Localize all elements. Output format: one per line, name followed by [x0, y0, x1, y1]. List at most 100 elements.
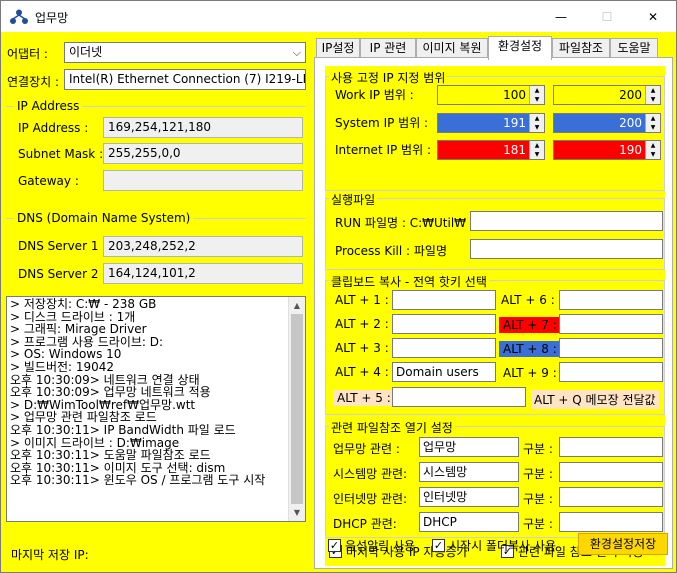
- alt6-label: ALT + 6 :: [501, 293, 555, 307]
- work-ref-input[interactable]: 업무망: [419, 437, 519, 457]
- minimize-button[interactable]: —: [538, 1, 584, 32]
- work-div-input[interactable]: [559, 437, 663, 457]
- device-field: Intel(R) Ethernet Connection (7) I219-LM: [64, 69, 306, 90]
- tab-image-restore[interactable]: 이미지 복원: [416, 38, 488, 58]
- alt3-input[interactable]: [392, 338, 496, 358]
- alt9-label: ALT + 9 :: [499, 365, 561, 381]
- kill-label: Process Kill : 파일명: [335, 244, 447, 258]
- close-button[interactable]: ✕: [630, 1, 676, 32]
- internet-div-label: 구분 :: [523, 492, 553, 506]
- log-line: 오후 10:30:11> 윈도우 OS / 프로그램 도구 시작: [10, 473, 266, 488]
- last-ip-label: 마지막 저장 IP:: [11, 548, 89, 562]
- run-label: RUN 파일명 : C:₩Util₩: [335, 216, 467, 230]
- alt4-input[interactable]: Domain users: [392, 362, 496, 382]
- run-filename-input[interactable]: [470, 211, 663, 231]
- ip-label: IP Address :: [18, 121, 89, 135]
- spin-buttons[interactable]: ▲ ▼: [529, 86, 544, 104]
- spin-buttons[interactable]: ▲ ▼: [645, 141, 660, 159]
- log-line: 오후 10:30:11> 도움말 파일참조 로드: [10, 448, 211, 463]
- alt2-label: ALT + 2 :: [335, 317, 389, 331]
- title-bar: 업무망 — ☐ ✕: [1, 1, 676, 32]
- alt7-input[interactable]: [559, 314, 663, 334]
- alt9-input[interactable]: [559, 362, 663, 382]
- alt4-label: ALT + 4 :: [335, 365, 389, 379]
- internet-div-input[interactable]: [559, 487, 663, 507]
- work-ip-to[interactable]: 200 ▲ ▼: [553, 85, 661, 105]
- tab-ip-related[interactable]: IP 관련: [360, 38, 416, 58]
- internet-ip-from-value: 181: [503, 143, 526, 157]
- internet-ip-from[interactable]: 181 ▲ ▼: [437, 140, 545, 160]
- checkmark-icon: ✓: [328, 539, 341, 552]
- right-panel: IP설정 IP 관련 이미지 복원 환경설정 파일참조 도움말 사용 고정 IP…: [311, 32, 676, 572]
- log-line: 오후 10:30:09> 업무망 네트워크 적용: [10, 385, 211, 400]
- tab-environment-settings[interactable]: 환경설정: [488, 36, 552, 60]
- copy-on-start-checkbox[interactable]: ✓ 시작시 폴더복사 사용: [432, 537, 556, 554]
- system-div-input[interactable]: [559, 462, 663, 482]
- voice-alert-label: 음성알림 사용: [345, 539, 416, 553]
- system-ip-from[interactable]: 191 ▲ ▼: [437, 113, 545, 133]
- device-label: 연결장치 :: [7, 75, 60, 89]
- log-line: > 그래픽: Mirage Driver: [10, 322, 147, 337]
- adapter-select[interactable]: 이더넷 ⌵: [64, 42, 306, 63]
- alt8-input[interactable]: [559, 338, 663, 358]
- filerefs-title: 관련 파일참조 열기 설정: [329, 419, 455, 436]
- dns1-label: DNS Server 1 :: [18, 239, 107, 253]
- alt5-input[interactable]: [392, 387, 526, 407]
- tab-panel: 사용 고정 IP 지정 범위 Work IP 범위 : 100 ▲ ▼ 200 ▲…: [314, 57, 673, 569]
- internet-ref-input[interactable]: 인터넷망: [419, 487, 519, 507]
- alt6-input[interactable]: [559, 290, 663, 310]
- scroll-down-icon[interactable]: ▼: [289, 504, 305, 521]
- log-box[interactable]: > 저장장치: C:₩ - 238 GB > 디스크 드라이브 : 1개 > 그…: [6, 296, 306, 522]
- scroll-thumb[interactable]: [291, 314, 303, 504]
- tab-ip-settings[interactable]: IP설정: [316, 38, 360, 58]
- alt8-label: ALT + 8 :: [499, 341, 561, 357]
- system-ref-input[interactable]: 시스템망: [419, 462, 519, 482]
- adapter-select-value: 이더넷: [69, 45, 103, 59]
- log-lines: > 저장장치: C:₩ - 238 GB > 디스크 드라이브 : 1개 > 그…: [10, 298, 290, 487]
- save-settings-button[interactable]: 환경설정저장: [578, 533, 668, 555]
- voice-alert-checkbox[interactable]: ✓ 음성알림 사용: [328, 537, 415, 554]
- work-ip-to-value: 200: [619, 88, 642, 102]
- dhcp-div-label: 구분 :: [523, 517, 553, 531]
- work-ip-from-value: 100: [503, 88, 526, 102]
- log-scrollbar[interactable]: ▲ ▼: [288, 297, 305, 521]
- dhcp-ref-input[interactable]: DHCP: [419, 512, 519, 532]
- system-div-label: 구분 :: [523, 467, 553, 481]
- tab-help[interactable]: 도움말: [610, 38, 658, 58]
- scroll-up-icon[interactable]: ▲: [289, 297, 305, 314]
- system-ref-label: 시스템망 관련:: [333, 467, 408, 481]
- dns-group-title: DNS (Domain Name System): [14, 211, 194, 225]
- maximize-button[interactable]: ☐: [584, 1, 630, 32]
- chevron-down-icon: ⌵: [292, 46, 301, 59]
- alt-q-label: ALT + Q 메모장 전달값: [531, 390, 659, 409]
- system-ip-to[interactable]: 200 ▲ ▼: [553, 113, 661, 133]
- system-ip-label: System IP 범위 :: [335, 116, 429, 130]
- work-ip-from[interactable]: 100 ▲ ▼: [437, 85, 545, 105]
- dns2-label: DNS Server 2 :: [18, 267, 107, 281]
- internet-ip-to[interactable]: 190 ▲ ▼: [553, 140, 661, 160]
- system-ip-to-value: 200: [619, 116, 642, 130]
- internet-ip-label: Internet IP 범위 :: [335, 143, 431, 157]
- spin-buttons[interactable]: ▲ ▼: [529, 141, 544, 159]
- tab-file-refs[interactable]: 파일참조: [552, 38, 610, 58]
- copy-on-start-label: 시작시 폴더복사 사용: [449, 539, 556, 553]
- alt1-label: ALT + 1 :: [335, 293, 389, 307]
- exec-title: 실행파일: [329, 191, 378, 208]
- alt2-input[interactable]: [392, 314, 496, 334]
- work-ip-label: Work IP 범위 :: [335, 88, 414, 102]
- process-kill-input[interactable]: [470, 239, 663, 259]
- spin-buttons[interactable]: ▲ ▼: [645, 86, 660, 104]
- hotkey-title: 클립보드 복사 - 전역 핫키 선택: [329, 273, 489, 290]
- settings-area: 사용 고정 IP 지정 범위 Work IP 범위 : 100 ▲ ▼ 200 ▲…: [325, 66, 665, 566]
- dhcp-div-input[interactable]: [559, 512, 663, 532]
- alt1-input[interactable]: [392, 290, 496, 310]
- checkmark-icon: ✓: [432, 539, 445, 552]
- spin-buttons[interactable]: ▲ ▼: [529, 114, 544, 132]
- exec-group: [325, 198, 665, 270]
- window-title: 업무망: [35, 11, 69, 25]
- app-window: 업무망 — ☐ ✕ 어댑터 : 이더넷 ⌵ 연결장치 : Intel(R) Et…: [0, 0, 677, 573]
- spin-buttons[interactable]: ▲ ▼: [645, 114, 660, 132]
- gateway-field: [103, 170, 303, 191]
- ip-group-title: IP Address: [14, 99, 83, 113]
- dhcp-ref-label: DHCP 관련:: [333, 517, 397, 531]
